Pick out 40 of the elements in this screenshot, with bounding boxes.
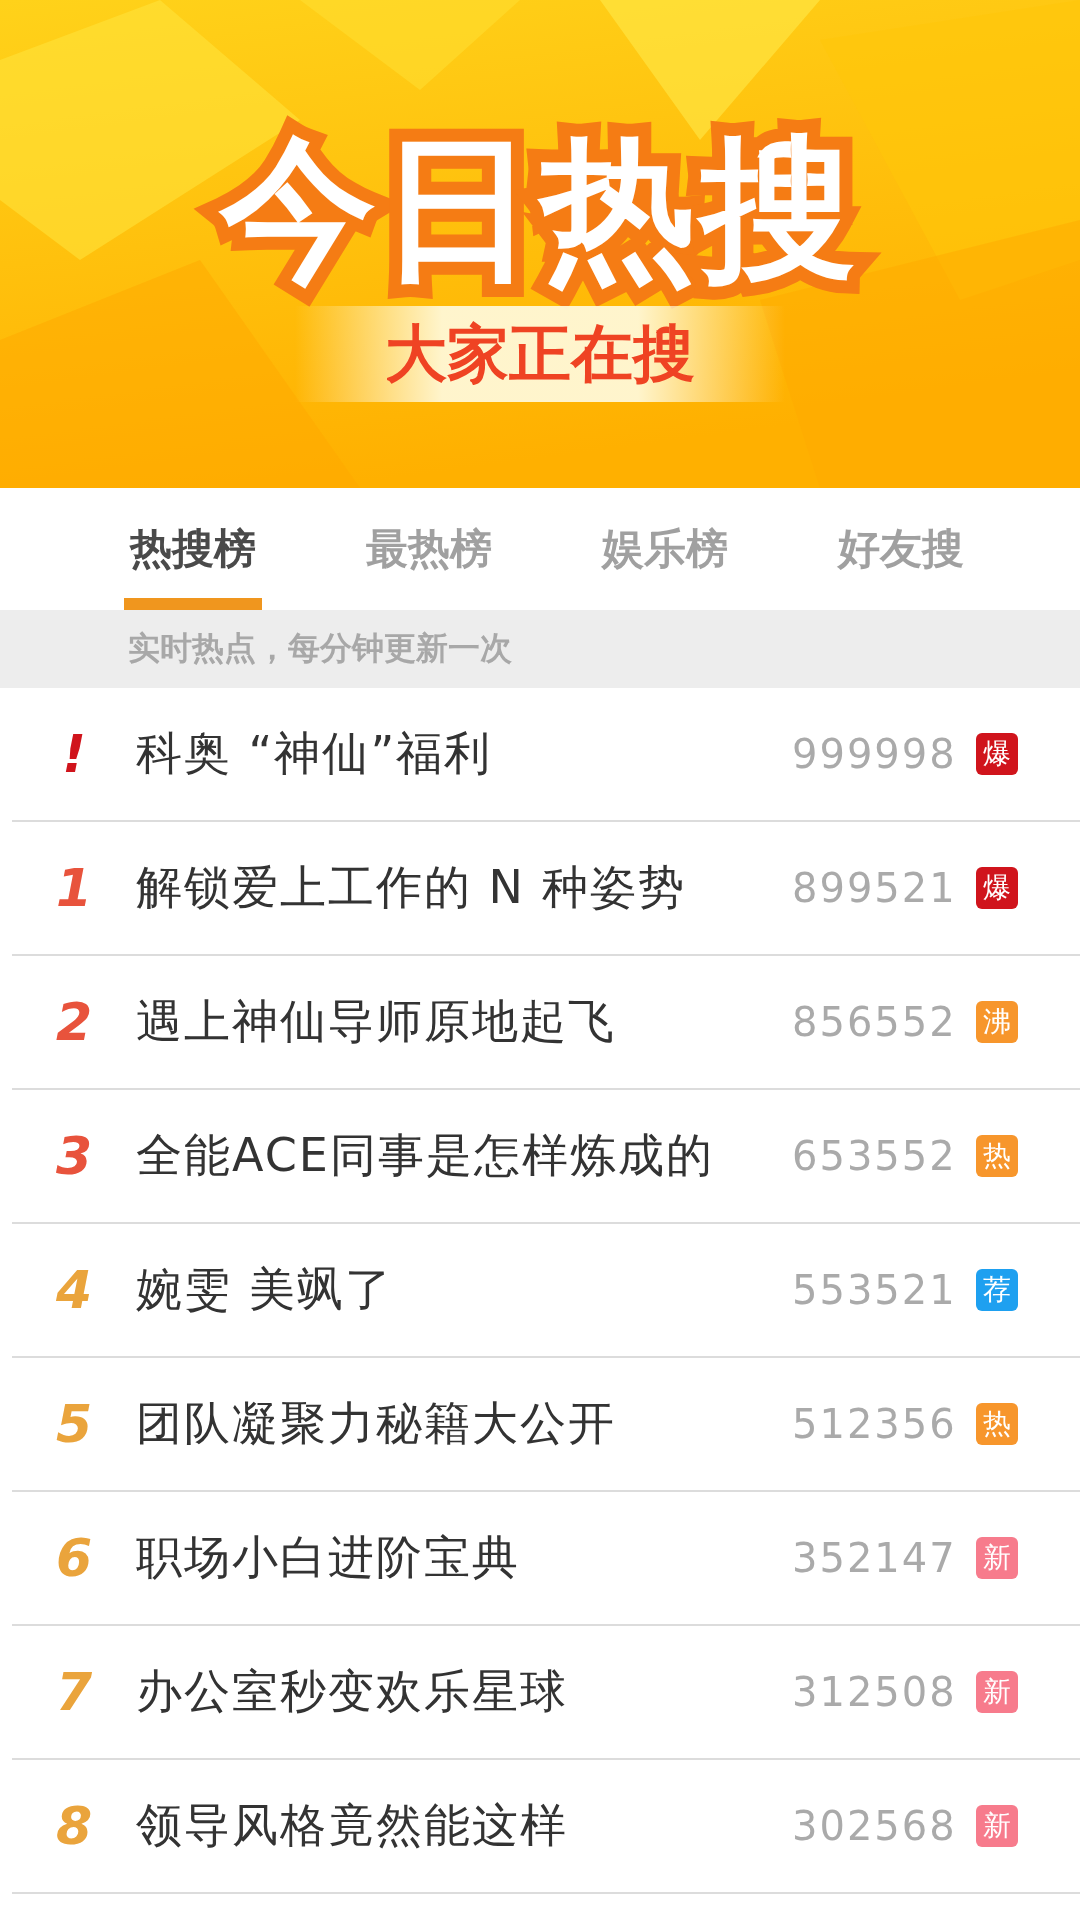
topic-title[interactable]: 领导风格竟然能这样 xyxy=(136,1795,792,1857)
search-count: 302568 xyxy=(792,1803,952,1849)
topic-title[interactable]: 办公室秒变欢乐星球 xyxy=(136,1661,792,1723)
search-count: 856552 xyxy=(792,999,952,1045)
banner-title: 今日热搜 xyxy=(220,128,860,292)
rank-number: 5 xyxy=(54,1394,94,1454)
rank-number: 1 xyxy=(54,858,94,918)
topic-title[interactable]: 职场小白进阶宝典 xyxy=(136,1527,792,1589)
heat-tag: 新 xyxy=(976,1537,1018,1579)
heat-tag: 爆 xyxy=(976,733,1018,775)
topic-title[interactable]: 解锁爱上工作的 N 种姿势 xyxy=(136,857,792,919)
search-count: 899521 xyxy=(792,865,952,911)
tab[interactable]: 热搜榜 xyxy=(75,488,311,610)
topic-title[interactable]: 团队凝聚力秘籍大公开 xyxy=(136,1393,792,1455)
rank-number: 8 xyxy=(54,1796,94,1856)
rank-number: 4 xyxy=(54,1260,94,1320)
rank-number: 2 xyxy=(54,992,94,1052)
search-count: 999998 xyxy=(792,731,952,777)
search-count: 653552 xyxy=(792,1133,952,1179)
search-count: 352147 xyxy=(792,1535,952,1581)
heat-tag: 沸 xyxy=(976,1001,1018,1043)
topic-title[interactable]: 遇上神仙导师原地起飞 xyxy=(136,991,792,1053)
search-count: 553521 xyxy=(792,1267,952,1313)
topic-title[interactable]: 科奥 “神仙”福利 xyxy=(136,723,792,785)
heat-tag: 荐 xyxy=(976,1269,1018,1311)
heat-tag: 爆 xyxy=(976,867,1018,909)
search-count: 512356 xyxy=(792,1401,952,1447)
heat-tag: 热 xyxy=(976,1403,1018,1445)
rank-number: 7 xyxy=(54,1662,94,1722)
topic-title[interactable]: 全能ACE同事是怎样炼成的 xyxy=(136,1125,792,1187)
rank-number: 6 xyxy=(54,1528,94,1588)
banner-subtitle: 大家正在搜 xyxy=(295,305,785,402)
notice-text: 实时热点，每分钟更新一次 xyxy=(128,628,512,669)
topic-title[interactable]: 婉雯 美飒了 xyxy=(136,1259,792,1321)
rank-number: 3 xyxy=(54,1126,94,1186)
heat-tag: 新 xyxy=(976,1671,1018,1713)
search-count: 312508 xyxy=(792,1669,952,1715)
heat-tag: 新 xyxy=(976,1805,1018,1847)
rank-number: ! xyxy=(61,724,87,784)
heat-tag: 热 xyxy=(976,1135,1018,1177)
